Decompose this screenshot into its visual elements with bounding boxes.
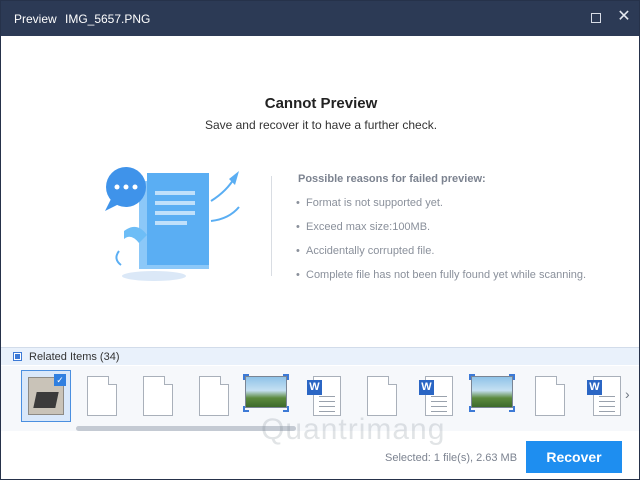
failed-preview-illustration-icon <box>105 167 240 281</box>
reason-item: • Format is not supported yet. <box>296 197 443 209</box>
word-document-icon: W <box>587 376 621 416</box>
blank-file-icon <box>87 376 117 416</box>
checkmark-icon: ✓ <box>54 374 66 386</box>
thumbnail-item[interactable] <box>187 370 237 422</box>
title-bar: Preview IMG_5657.PNG ✕ <box>1 1 639 36</box>
corner-marker <box>283 406 289 412</box>
corner-marker <box>243 406 249 412</box>
word-document-icon: W <box>419 376 453 416</box>
blank-file-icon <box>199 376 229 416</box>
related-items-label: Related Items (34) <box>29 351 120 363</box>
preview-window: Preview IMG_5657.PNG ✕ Cannot Preview Sa… <box>0 0 640 480</box>
corner-marker <box>243 374 249 380</box>
thumbnail-item[interactable] <box>75 370 125 422</box>
thumbnail-item[interactable]: ✓ <box>21 370 71 422</box>
selected-info: Selected: 1 file(s), 2.63 MB <box>385 452 518 464</box>
window-title: Preview <box>14 12 57 26</box>
reason-item: • Accidentally corrupted file. <box>296 245 435 257</box>
chevron-right-icon[interactable]: › <box>625 386 635 402</box>
file-name: IMG_5657.PNG <box>65 12 151 26</box>
cannot-preview-heading: Cannot Preview <box>264 95 378 112</box>
related-items-checkbox[interactable] <box>13 352 22 361</box>
image-thumbnail-icon <box>471 376 513 408</box>
corner-marker <box>283 374 289 380</box>
cannot-preview-subheading: Save and recover it to have a further ch… <box>204 118 438 132</box>
thumbnail-item[interactable] <box>131 370 181 422</box>
corner-marker <box>509 406 515 412</box>
related-items-bar: Related Items (34) <box>1 347 639 365</box>
recover-button[interactable]: Recover <box>526 441 622 473</box>
watermark: Quantrimang <box>261 413 446 446</box>
thumbnail-item[interactable] <box>523 370 573 422</box>
reason-item: • Complete file has not been fully found … <box>296 269 587 281</box>
reasons-title: Possible reasons for failed preview: <box>298 173 486 185</box>
thumbnail-item[interactable] <box>467 370 517 422</box>
thumbnail-item[interactable]: W <box>577 370 627 422</box>
blank-file-icon <box>367 376 397 416</box>
image-thumbnail-icon <box>245 376 287 408</box>
close-icon[interactable]: ✕ <box>616 8 632 26</box>
reason-item: • Exceed max size:100MB. <box>296 221 431 233</box>
blank-file-icon <box>143 376 173 416</box>
divider <box>271 176 272 276</box>
word-document-icon: W <box>307 376 341 416</box>
corner-marker <box>469 374 475 380</box>
maximize-icon[interactable] <box>591 13 601 23</box>
corner-marker <box>509 374 515 380</box>
corner-marker <box>469 406 475 412</box>
blank-file-icon <box>535 376 565 416</box>
